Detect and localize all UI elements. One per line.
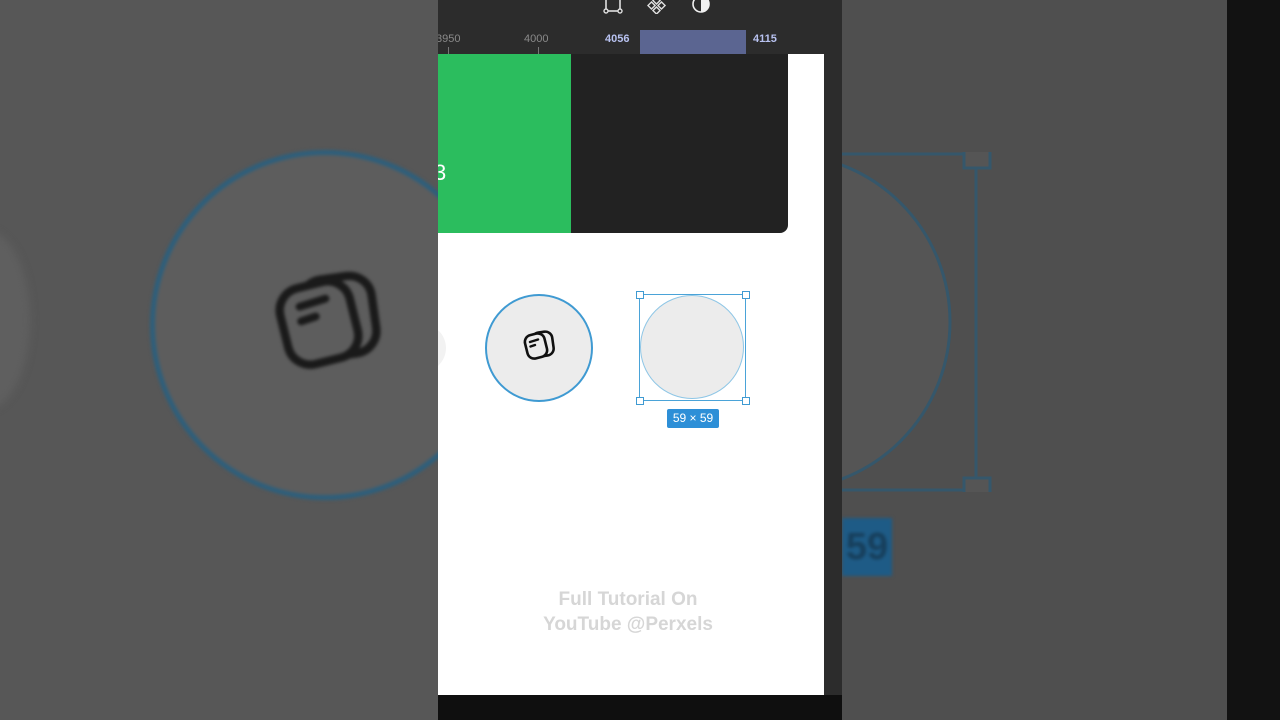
frame-tool-icon[interactable] <box>603 0 623 14</box>
design-app-window: 3950 4000 4056 4115 3 59 × 59 Full Tutor… <box>438 0 842 720</box>
card-green-panel[interactable]: 3 <box>438 54 571 233</box>
ruler-mark <box>538 47 539 54</box>
bottom-bar <box>438 695 842 720</box>
ruler-tick-label: 3950 <box>438 33 461 45</box>
horizontal-ruler: 3950 4000 4056 4115 <box>438 30 842 55</box>
resize-handle-bottom-left[interactable] <box>636 397 644 405</box>
notes-icon-zoomed <box>275 271 381 369</box>
top-toolbar <box>438 0 842 30</box>
selection-outline <box>639 294 746 401</box>
ruler-tick-label-selection-end: 4115 <box>753 33 777 45</box>
component-icon[interactable] <box>647 0 667 14</box>
background-size-badge: 59 <box>842 518 892 576</box>
watermark-line-1: Full Tutorial On <box>558 589 698 610</box>
design-canvas[interactable]: 3 59 × 59 Full Tutorial On YouTube @Perx… <box>438 54 824 695</box>
resize-handle-bottom-right[interactable] <box>742 397 750 405</box>
partial-circle-element[interactable] <box>438 324 446 372</box>
selection-size-badge: 59 × 59 <box>667 409 719 428</box>
resize-handle-top-left[interactable] <box>636 291 644 299</box>
selected-circle-element[interactable] <box>636 291 750 405</box>
card-frame[interactable]: 3 <box>438 54 788 233</box>
notes-icon <box>523 330 555 360</box>
background-left-blur <box>0 0 438 720</box>
background-right-blur: 59 <box>842 0 1280 720</box>
background-selection-frame <box>842 152 992 492</box>
ruler-tick-label: 4000 <box>524 33 549 45</box>
contrast-icon[interactable] <box>691 0 711 14</box>
notes-icon-button[interactable] <box>485 294 593 402</box>
ruler-mark <box>448 47 449 54</box>
card-green-number: 3 <box>438 160 447 185</box>
background-ghost-circle <box>0 230 30 410</box>
tutorial-watermark: Full Tutorial On YouTube @Perxels <box>438 587 818 637</box>
ruler-tick-label-selection-start: 4056 <box>605 33 630 45</box>
background-dark-edge <box>1227 0 1280 720</box>
resize-handle-top-right[interactable] <box>742 291 750 299</box>
card-dark-panel[interactable] <box>571 54 788 233</box>
watermark-line-2: YouTube @Perxels <box>543 614 713 635</box>
canvas-right-gutter <box>824 54 842 695</box>
ruler-selection-range <box>640 30 746 54</box>
